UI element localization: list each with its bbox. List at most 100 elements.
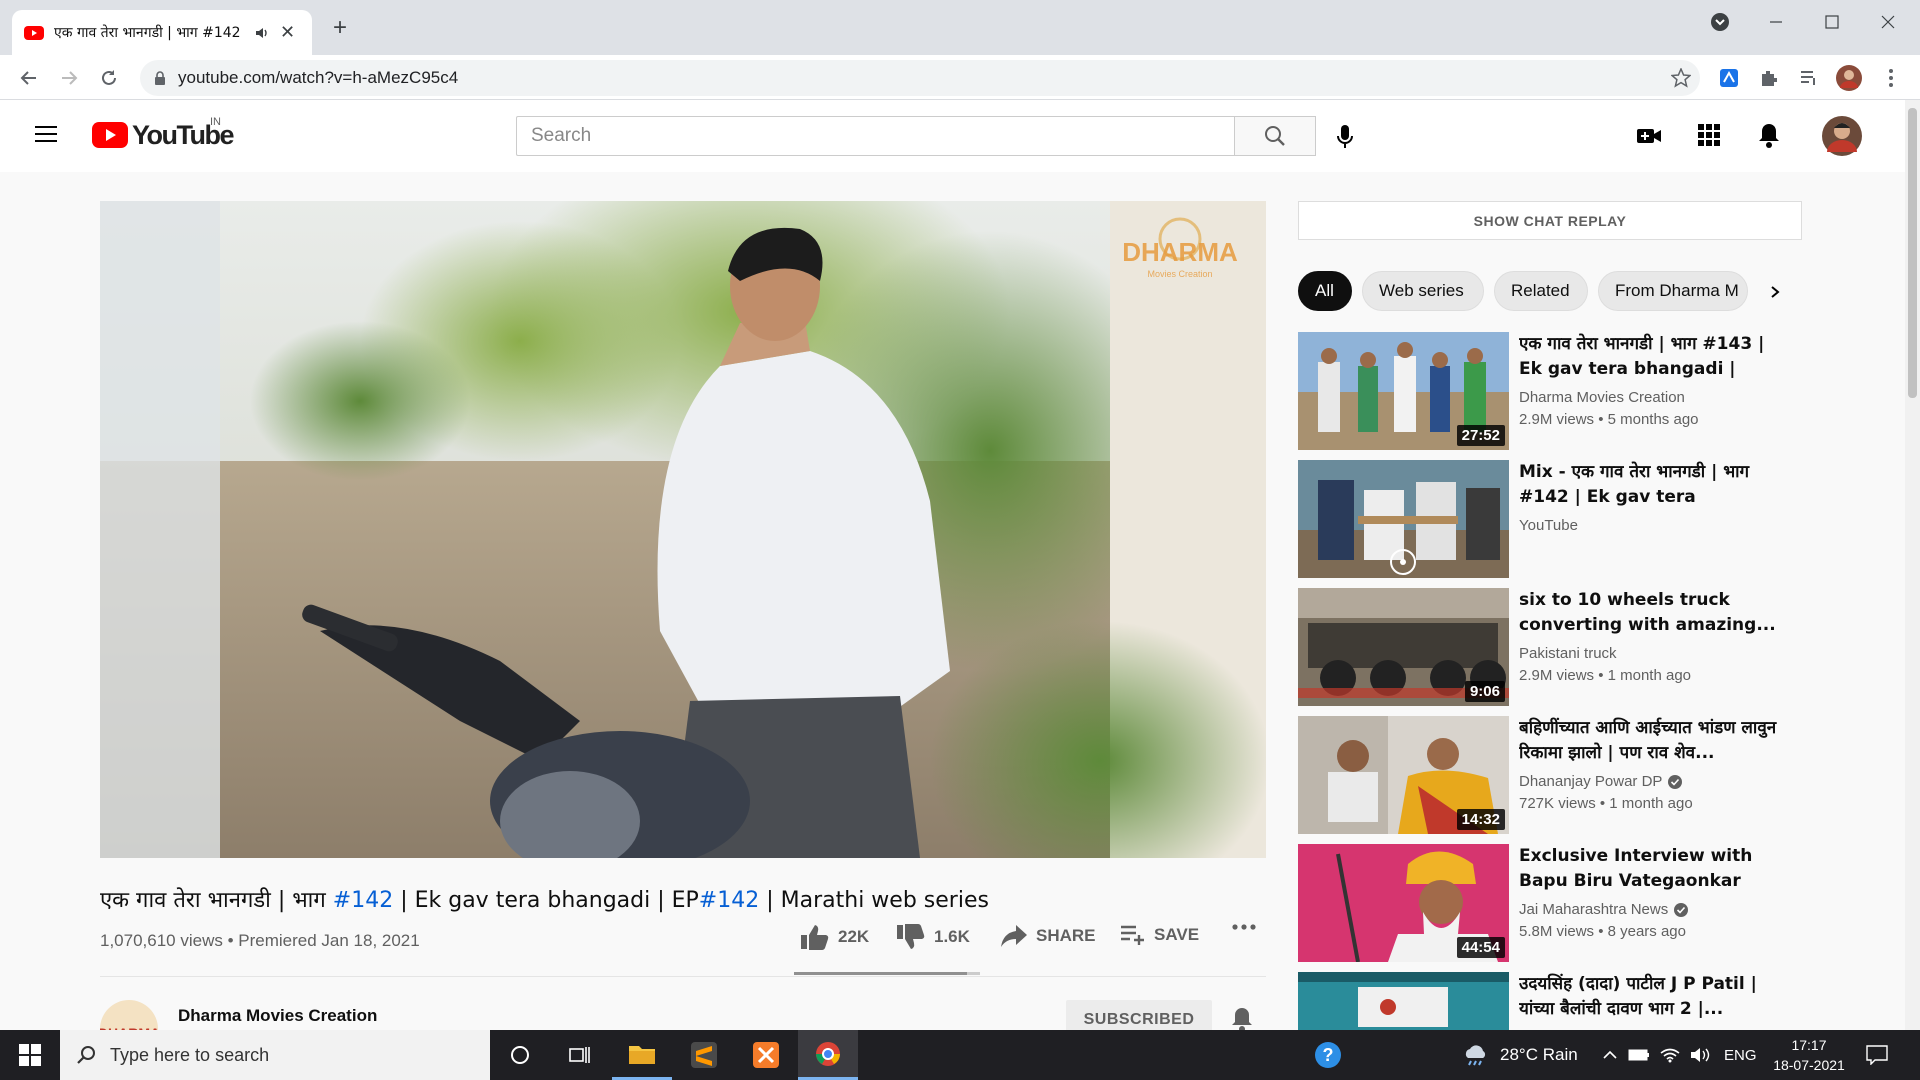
browser-tab-strip: एक गाव तेरा भानगडी | भाग #142 | Ek gav t… (0, 0, 1920, 55)
chrome-taskbar-icon[interactable] (798, 1030, 858, 1080)
video-thumbnail[interactable]: 27:52 (1298, 332, 1509, 450)
rec-title[interactable]: एक गाव तेरा भानगडी | भाग #143 | Ek gav t… (1519, 332, 1784, 382)
apps-grid-icon[interactable] (1698, 124, 1720, 146)
page-scrollbar[interactable] (1905, 100, 1920, 1030)
cortana-icon[interactable] (490, 1030, 550, 1080)
maximize-icon[interactable] (1812, 8, 1852, 36)
show-chat-replay-button[interactable]: SHOW CHAT REPLAY (1298, 201, 1802, 240)
video-thumbnail[interactable] (1298, 972, 1509, 1030)
more-actions-icon[interactable] (1232, 924, 1256, 930)
sublime-text-icon[interactable] (674, 1030, 734, 1080)
video-meta: 1,070,610 views • Premiered Jan 18, 2021 (100, 931, 420, 950)
clock-date: 18-07-2021 (1773, 1057, 1845, 1073)
taskbar-search[interactable]: Type here to search (60, 1030, 490, 1080)
tab-search-icon[interactable] (1700, 8, 1740, 36)
rec-title[interactable]: बहिणींच्यात आणि आईच्यात भांडण लावुन रिका… (1519, 716, 1784, 766)
chip-from-channel[interactable]: From Dharma M (1598, 271, 1748, 311)
rec-title[interactable]: Exclusive Interview with Bapu Biru Vateg… (1519, 844, 1784, 894)
search-icon (77, 1046, 95, 1064)
address-bar[interactable]: youtube.com/watch?v=h-aMezC95c4 (140, 60, 1700, 96)
country-code: IN (210, 116, 221, 128)
tray-overflow-icon[interactable] (1602, 1030, 1618, 1080)
chrome-menu-icon[interactable] (1878, 65, 1904, 91)
weather-widget[interactable]: 28°C Rain (1462, 1030, 1578, 1080)
help-icon[interactable]: ? (1314, 1030, 1342, 1080)
chip-all[interactable]: All (1298, 271, 1352, 311)
video-frame: DHARMA Movies Creation (100, 201, 1266, 858)
forward-icon[interactable] (54, 63, 84, 93)
wifi-icon[interactable] (1660, 1030, 1680, 1080)
recommendation-item[interactable]: 27:52 एक गाव तेरा भानगडी | भाग #143 | Ek… (1298, 332, 1802, 450)
tab-close-icon[interactable]: ✕ (280, 22, 295, 43)
chips-next-icon[interactable] (1760, 280, 1790, 304)
task-view-icon[interactable] (550, 1030, 610, 1080)
channel-name[interactable]: Dharma Movies Creation (178, 1006, 377, 1026)
recommendation-item[interactable]: 9:06 six to 10 wheels truck converting w… (1298, 588, 1802, 706)
bookmark-star-icon[interactable] (1668, 65, 1694, 91)
language-indicator[interactable]: ENG (1724, 1030, 1757, 1080)
back-icon[interactable] (14, 63, 44, 93)
battery-icon[interactable] (1628, 1030, 1650, 1080)
notifications-bell-icon[interactable] (1758, 122, 1780, 148)
like-button[interactable]: 22K (800, 924, 869, 950)
like-count: 22K (838, 927, 870, 946)
channel-watermark-sub: Movies Creation (1147, 269, 1212, 279)
recommendation-item[interactable]: Mix - एक गाव तेरा भानगडी | भाग #142 | Ek… (1298, 460, 1802, 578)
youtube-favicon-icon (24, 25, 44, 40)
scrollbar-thumb[interactable] (1908, 108, 1917, 398)
youtube-logo[interactable]: YouTube IN (92, 116, 242, 150)
channel-watermark: DHARMA (1122, 237, 1238, 267)
xampp-icon[interactable] (736, 1030, 796, 1080)
file-explorer-icon[interactable] (612, 1030, 672, 1080)
video-player[interactable]: DHARMA Movies Creation (100, 201, 1266, 858)
hamburger-menu-icon[interactable] (34, 124, 58, 144)
rec-title[interactable]: six to 10 wheels truck converting with a… (1519, 588, 1784, 638)
search-button[interactable] (1234, 116, 1316, 156)
browser-tab[interactable]: एक गाव तेरा भानगडी | भाग #142 | Ek gav t… (12, 10, 312, 55)
rec-channel-name: Dharma Movies Creation (1519, 389, 1685, 406)
media-control-icon[interactable] (1796, 65, 1822, 91)
extension-translate-icon[interactable] (1716, 65, 1742, 91)
profile-avatar-icon[interactable] (1836, 65, 1862, 91)
recommendation-item[interactable]: 44:54 Exclusive Interview with Bapu Biru… (1298, 844, 1802, 962)
verified-check-icon (1674, 902, 1689, 917)
share-button[interactable]: SHARE (1000, 924, 1096, 948)
search-input[interactable]: Search (516, 116, 1234, 156)
close-window-icon[interactable] (1868, 8, 1908, 36)
create-video-icon[interactable] (1636, 126, 1662, 146)
new-tab-button[interactable]: + (326, 14, 354, 42)
video-thumbnail[interactable]: 44:54 (1298, 844, 1509, 962)
hashtag-link[interactable]: #142 (333, 888, 393, 913)
rec-views: 727K views • 1 month ago (1519, 795, 1693, 812)
subscribed-button[interactable]: SUBSCRIBED (1066, 1000, 1212, 1030)
clock[interactable]: 17:17 18-07-2021 (1768, 1030, 1850, 1080)
search-placeholder: Search (531, 125, 592, 146)
youtube-wordmark: YouTube (132, 120, 236, 150)
rec-title[interactable]: उदयसिंह (दादा) पाटील J P Patil | यांच्या… (1519, 972, 1784, 1022)
save-button[interactable]: SAVE (1120, 924, 1199, 946)
volume-icon[interactable] (1690, 1030, 1710, 1080)
recommendation-item[interactable]: 14:32 बहिणींच्यात आणि आईच्यात भांडण लावु… (1298, 716, 1802, 834)
reload-icon[interactable] (94, 63, 124, 93)
hashtag-link[interactable]: #142 (699, 888, 759, 913)
recommendation-item[interactable]: उदयसिंह (दादा) पाटील J P Patil | यांच्या… (1298, 972, 1802, 1030)
chip-related[interactable]: Related (1494, 271, 1588, 311)
taskbar-search-placeholder: Type here to search (110, 1044, 270, 1065)
windows-start-icon[interactable] (0, 1030, 60, 1080)
rec-channel: Pakistani truck (1519, 645, 1617, 662)
notification-center-icon[interactable] (1866, 1030, 1888, 1080)
video-thumbnail[interactable]: 9:06 (1298, 588, 1509, 706)
channel-avatar[interactable]: DHARMA (100, 1000, 158, 1030)
rec-title[interactable]: Mix - एक गाव तेरा भानगडी | भाग #142 | Ek… (1519, 460, 1784, 510)
chip-web-series[interactable]: Web series (1362, 271, 1484, 311)
video-thumbnail[interactable] (1298, 460, 1509, 578)
extensions-puzzle-icon[interactable] (1756, 65, 1782, 91)
video-thumbnail[interactable]: 14:32 (1298, 716, 1509, 834)
microphone-icon[interactable] (1336, 124, 1354, 150)
account-avatar[interactable] (1822, 116, 1862, 156)
notification-bell-icon[interactable] (1230, 1006, 1254, 1030)
minimize-icon[interactable] (1756, 8, 1796, 36)
thumbs-down-icon (897, 924, 925, 949)
tab-audio-icon[interactable] (254, 25, 270, 41)
dislike-button[interactable]: 1.6K (896, 924, 970, 950)
